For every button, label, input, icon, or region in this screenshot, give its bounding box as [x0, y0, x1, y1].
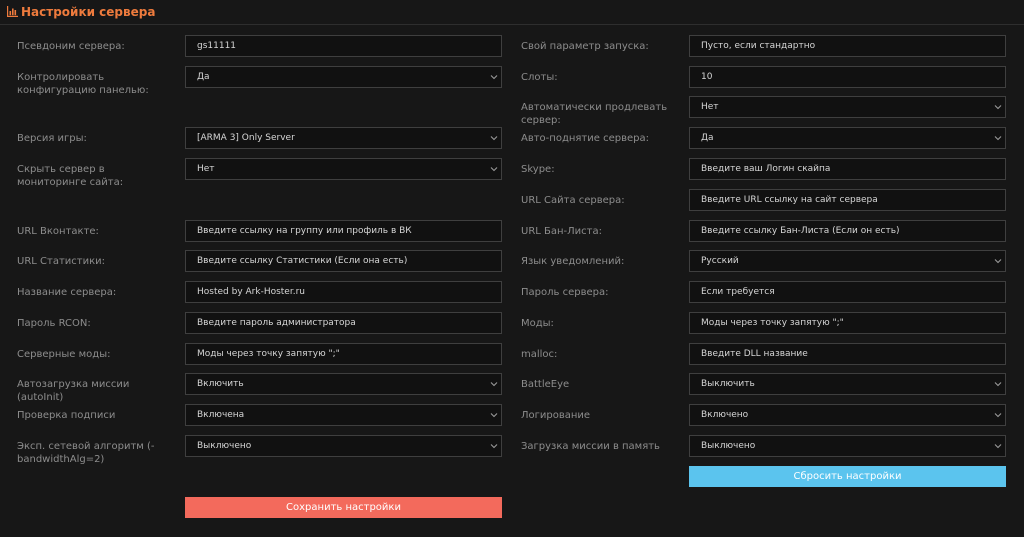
server-name-label: Название сервера: [17, 287, 117, 298]
chevron-down-icon [994, 405, 1002, 425]
slots-value: 10 [701, 72, 713, 82]
malloc-input[interactable]: Введите DLL название [689, 343, 1006, 365]
server-password-value: Если требуется [701, 287, 775, 297]
chevron-down-icon [490, 128, 498, 148]
notify-lang-select[interactable]: Русский [689, 250, 1006, 272]
skype-value: Введите ваш Логин скайпа [701, 164, 831, 174]
chevron-down-icon [994, 97, 1002, 117]
autoinit-label: Автозагрузка миссии (autoInit) [17, 379, 130, 403]
vk-url-label: URL Вконтакте: [17, 226, 99, 237]
bandwidth-alg-value: Выключено [197, 441, 252, 451]
chevron-down-icon [490, 436, 498, 456]
mission-memory-select[interactable]: Выключено [689, 435, 1006, 457]
server-mods-value: Моды через точку запятую ";" [197, 349, 340, 359]
page-header: Настройки сервера [0, 0, 1024, 25]
site-url-label: URL Сайта сервера: [521, 195, 625, 206]
auto-renew-value: Нет [701, 102, 719, 112]
server-mods-input[interactable]: Моды через точку запятую ";" [185, 343, 502, 365]
chevron-down-icon [490, 67, 498, 87]
bandwidth-alg-label: Эксп. сетевой алгоритм (-bandwidthAlg=2) [17, 441, 155, 465]
battleye-label: BattleEye [521, 379, 570, 390]
notify-lang-label: Язык уведомлений: [521, 256, 625, 267]
chevron-down-icon [994, 251, 1002, 271]
reset-settings-button[interactable]: Сбросить настройки [689, 466, 1006, 487]
launch-param-value: Пусто, если стандартно [701, 41, 816, 51]
slots-input[interactable]: 10 [689, 66, 1006, 88]
chevron-down-icon [994, 374, 1002, 394]
bandwidth-alg-select[interactable]: Выключено [185, 435, 502, 457]
server-alias-label: Псевдоним сервера: [17, 41, 125, 52]
battleye-value: Выключить [701, 379, 755, 389]
stats-url-label: URL Статистики: [17, 256, 106, 267]
panel-config-value: Да [197, 72, 210, 82]
autoinit-select[interactable]: Включить [185, 373, 502, 395]
hide-monitoring-select[interactable]: Нет [185, 158, 502, 180]
chevron-down-icon [994, 128, 1002, 148]
auto-renew-label: Автоматически продлевать сервер: [521, 102, 668, 126]
server-password-input[interactable]: Если требуется [689, 281, 1006, 303]
server-mods-label: Серверные моды: [17, 349, 111, 360]
vk-url-value: Введите ссылку на группу или профиль в В… [197, 226, 412, 236]
panel-config-label: Контролировать конфигурацию панелью: [17, 72, 149, 96]
rcon-password-value: Введите пароль администратора [197, 318, 356, 328]
slots-label: Слоты: [521, 72, 558, 83]
chevron-down-icon [490, 405, 498, 425]
site-url-value: Введите URL ссылку на сайт сервера [701, 195, 878, 205]
signature-check-label: Проверка подписи [17, 410, 116, 421]
auto-start-value: Да [701, 133, 714, 143]
hide-monitoring-value: Нет [197, 164, 215, 174]
malloc-value: Введите DLL название [701, 349, 808, 359]
autoinit-value: Включить [197, 379, 244, 389]
chevron-down-icon [490, 374, 498, 394]
launch-param-label: Свой параметр запуска: [521, 41, 649, 52]
hide-monitoring-label: Скрыть сервер в мониторинге сайта: [17, 164, 124, 188]
auto-renew-select[interactable]: Нет [689, 96, 1006, 118]
server-password-label: Пароль сервера: [521, 287, 609, 298]
server-name-input[interactable]: Hosted by Ark-Hoster.ru [185, 281, 502, 303]
server-alias-value: gs11111 [197, 41, 237, 51]
server-name-value: Hosted by Ark-Hoster.ru [197, 287, 305, 297]
notify-lang-value: Русский [701, 256, 739, 266]
game-version-value: [ARMA 3] Only Server [197, 133, 295, 143]
auto-start-label: Авто-поднятие сервера: [521, 133, 649, 144]
auto-start-select[interactable]: Да [689, 127, 1006, 149]
stats-url-input[interactable]: Введите ссылку Статистики (Если она есть… [185, 250, 502, 272]
chevron-down-icon [994, 436, 1002, 456]
mods-label: Моды: [521, 318, 554, 329]
chevron-down-icon [490, 159, 498, 179]
save-settings-button[interactable]: Сохранить настройки [185, 497, 502, 518]
bar-chart-icon [7, 6, 18, 17]
page-title: Настройки сервера [21, 5, 156, 19]
signature-check-value: Включена [197, 410, 245, 420]
site-url-input[interactable]: Введите URL ссылку на сайт сервера [689, 189, 1006, 211]
game-version-select[interactable]: [ARMA 3] Only Server [185, 127, 502, 149]
battleye-select[interactable]: Выключить [689, 373, 1006, 395]
signature-check-select[interactable]: Включена [185, 404, 502, 426]
server-alias-input[interactable]: gs11111 [185, 35, 502, 57]
vk-url-input[interactable]: Введите ссылку на группу или профиль в В… [185, 220, 502, 242]
stats-url-value: Введите ссылку Статистики (Если она есть… [197, 256, 408, 266]
mission-memory-label: Загрузка миссии в память [521, 441, 660, 452]
rcon-password-label: Пароль RCON: [17, 318, 91, 329]
mods-value: Моды через точку запятую ";" [701, 318, 844, 328]
panel-config-select[interactable]: Да [185, 66, 502, 88]
mission-memory-value: Выключено [701, 441, 756, 451]
logging-label: Логирование [521, 410, 591, 421]
malloc-label: malloc: [521, 349, 558, 360]
launch-param-input[interactable]: Пусто, если стандартно [689, 35, 1006, 57]
rcon-password-input[interactable]: Введите пароль администратора [185, 312, 502, 334]
game-version-label: Версия игры: [17, 133, 87, 144]
skype-input[interactable]: Введите ваш Логин скайпа [689, 158, 1006, 180]
mods-input[interactable]: Моды через точку запятую ";" [689, 312, 1006, 334]
skype-label: Skype: [521, 164, 555, 175]
banlist-url-label: URL Бан-Листа: [521, 226, 602, 237]
logging-value: Включено [701, 410, 749, 420]
banlist-url-input[interactable]: Введите ссылку Бан-Листа (Если он есть) [689, 220, 1006, 242]
logging-select[interactable]: Включено [689, 404, 1006, 426]
banlist-url-value: Введите ссылку Бан-Листа (Если он есть) [701, 226, 900, 236]
